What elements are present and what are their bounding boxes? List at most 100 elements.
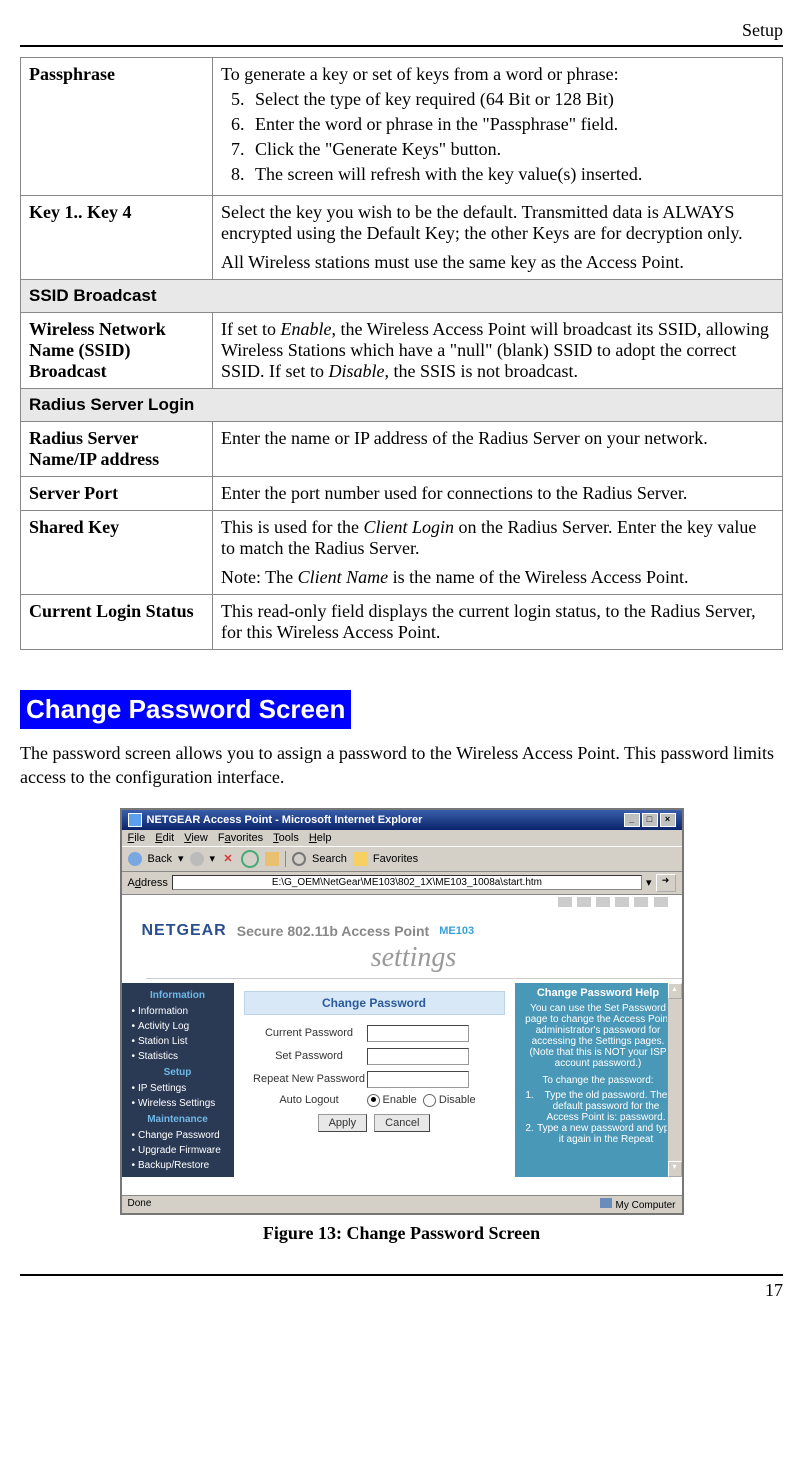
help-panel: Change Password Help You can use the Set… [515, 983, 682, 1177]
ssid-cell: If set to Enable, the Wireless Access Po… [213, 313, 783, 389]
menu-tools[interactable]: Tools [273, 832, 299, 844]
home-icon[interactable] [265, 852, 279, 866]
radius-login-header: Radius Server Login [21, 389, 783, 422]
sidebar-item-backup-restore[interactable]: Backup/Restore [122, 1158, 234, 1173]
disable-label: Disable [439, 1094, 476, 1106]
statusbar: Done My Computer [122, 1195, 682, 1213]
step-6: Enter the word or phrase in the "Passphr… [249, 114, 774, 135]
disable-radio[interactable] [423, 1094, 436, 1107]
scroll-up-icon[interactable]: ▴ [668, 983, 682, 999]
cancel-button[interactable]: Cancel [374, 1114, 430, 1132]
flag-icon[interactable] [634, 897, 648, 907]
menu-help[interactable]: Help [309, 832, 332, 844]
table-row: Key 1.. Key 4 Select the key you wish to… [21, 196, 783, 280]
step-7: Click the "Generate Keys" button. [249, 139, 774, 160]
sidebar: Information Information Activity Log Sta… [122, 983, 234, 1177]
settings-word: settings [146, 942, 682, 979]
menu-file[interactable]: File [128, 832, 146, 844]
search-icon[interactable] [292, 852, 306, 866]
server-port-cell: Enter the port number used for connectio… [213, 477, 783, 511]
forward-icon[interactable] [190, 852, 204, 866]
status-done: Done [128, 1198, 152, 1211]
ie-icon [128, 813, 142, 827]
sidebar-head-maintenance: Maintenance [122, 1111, 234, 1128]
flag-icon[interactable] [654, 897, 668, 907]
refresh-icon[interactable] [241, 850, 259, 868]
sidebar-item-station-list[interactable]: Station List [122, 1034, 234, 1049]
repeat-password-input[interactable] [367, 1071, 469, 1088]
shared-key-cell: This is used for the Client Login on the… [213, 511, 783, 595]
header-rule [20, 45, 783, 47]
key-p1: Select the key you wish to be the defaul… [221, 202, 774, 244]
maximize-icon[interactable]: □ [642, 813, 658, 827]
status-cell: This read-only field displays the curren… [213, 595, 783, 650]
step-5: Select the type of key required (64 Bit … [249, 89, 774, 110]
language-flags [122, 895, 682, 912]
flag-icon[interactable] [615, 897, 629, 907]
address-input[interactable]: E:\G_OEM\NetGear\ME103\802_1X\ME103_1008… [172, 875, 642, 890]
key-p2: All Wireless stations must use the same … [221, 252, 774, 273]
sidebar-item-activity-log[interactable]: Activity Log [122, 1019, 234, 1034]
enable-label: Enable [383, 1094, 417, 1106]
help-li1: Type the old password. The default passw… [537, 1090, 676, 1123]
enable-radio[interactable] [367, 1094, 380, 1107]
menu-view[interactable]: View [184, 832, 208, 844]
current-password-label: Current Password [252, 1027, 367, 1039]
ssid-disable: Disable [329, 361, 385, 381]
set-password-label: Set Password [252, 1050, 367, 1062]
ssid-text-post: , the SSIS is not broadcast. [385, 361, 579, 381]
scrollbar[interactable]: ▴ ▾ [667, 983, 682, 1177]
back-icon[interactable] [128, 852, 142, 866]
toolbar: Back ▾ ▾ ✕ Search Favorites [122, 846, 682, 872]
ssid-enable: Enable [280, 319, 331, 339]
passphrase-steps: Select the type of key required (64 Bit … [221, 89, 774, 185]
favorites-icon[interactable] [353, 852, 367, 866]
window-title: NETGEAR Access Point - Microsoft Interne… [147, 814, 423, 826]
sidebar-item-upgrade-firmware[interactable]: Upgrade Firmware [122, 1143, 234, 1158]
favorites-button[interactable]: Favorites [373, 853, 418, 865]
current-password-input[interactable] [367, 1025, 469, 1042]
sidebar-item-wireless-settings[interactable]: Wireless Settings [122, 1096, 234, 1111]
table-row: Passphrase To generate a key or set of k… [21, 58, 783, 196]
flag-icon[interactable] [596, 897, 610, 907]
model-text: ME103 [439, 925, 474, 937]
set-password-input[interactable] [367, 1048, 469, 1065]
close-icon[interactable]: × [660, 813, 676, 827]
passphrase-label: Passphrase [21, 58, 213, 196]
sidebar-item-ip-settings[interactable]: IP Settings [122, 1081, 234, 1096]
apply-button[interactable]: Apply [318, 1114, 368, 1132]
sidebar-item-statistics[interactable]: Statistics [122, 1049, 234, 1064]
menubar: File Edit View Favorites Tools Help [122, 830, 682, 846]
menu-favorites[interactable]: Favorites [218, 832, 263, 844]
sidebar-item-information[interactable]: Information [122, 1004, 234, 1019]
shared-key-p2: Note: The Client Name is the name of the… [221, 567, 774, 588]
my-computer-icon [600, 1198, 612, 1208]
stop-icon[interactable]: ✕ [221, 852, 235, 866]
go-button[interactable]: ➜Go [656, 874, 676, 892]
figure-wrap: NETGEAR Access Point - Microsoft Interne… [20, 808, 783, 1244]
step-8: The screen will refresh with the key val… [249, 164, 774, 185]
flag-icon[interactable] [558, 897, 572, 907]
sidebar-item-change-password[interactable]: Change Password [122, 1128, 234, 1143]
server-port-label: Server Port [21, 477, 213, 511]
sidebar-head-info: Information [122, 987, 234, 1004]
page-content: NETGEAR Secure 802.11b Access Point ME10… [122, 895, 682, 1195]
center-panel: Change Password Current Password Set Pas… [234, 983, 515, 1177]
back-button[interactable]: Back [148, 853, 172, 865]
sk2c: is the name of the Wireless Access Point… [388, 567, 688, 587]
scroll-down-icon[interactable]: ▾ [668, 1161, 682, 1177]
help-title: Change Password Help [521, 987, 676, 999]
radius-name-label: Radius Server Name/IP address [21, 422, 213, 477]
status-label: Current Login Status [21, 595, 213, 650]
table-row: Current Login Status This read-only fiel… [21, 595, 783, 650]
menu-edit[interactable]: Edit [155, 832, 174, 844]
sk2b: Client Name [298, 567, 389, 587]
minimize-icon[interactable]: _ [624, 813, 640, 827]
passphrase-cell: To generate a key or set of keys from a … [213, 58, 783, 196]
search-button[interactable]: Search [312, 853, 347, 865]
flag-icon[interactable] [577, 897, 591, 907]
titlebar: NETGEAR Access Point - Microsoft Interne… [122, 810, 682, 830]
ssid-broadcast-header: SSID Broadcast [21, 280, 783, 313]
key-label: Key 1.. Key 4 [21, 196, 213, 280]
shared-key-label: Shared Key [21, 511, 213, 595]
